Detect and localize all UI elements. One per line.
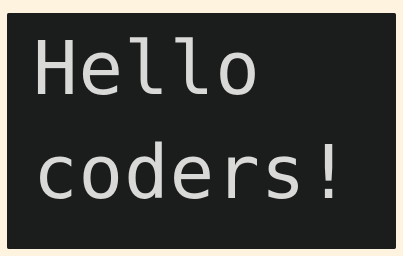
terminal-output-line: Hello [33, 26, 261, 112]
terminal-output-line: coders! [33, 130, 352, 216]
terminal-window: Hello coders! [7, 13, 396, 249]
image-frame: Hello coders! [0, 0, 403, 256]
